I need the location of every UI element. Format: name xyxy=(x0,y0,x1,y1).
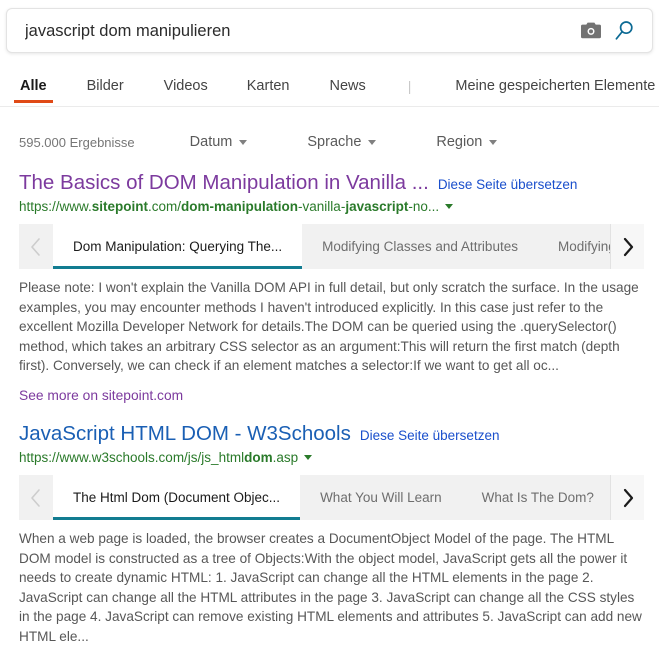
result-url-text: https://www.sitepoint.com/dom-manipulati… xyxy=(19,199,440,214)
results-nav: Alle Bilder Videos Karten News | Meine gespeic… xyxy=(0,74,659,107)
chevron-left-icon[interactable] xyxy=(19,475,53,520)
chevron-down-icon xyxy=(368,139,377,145)
search-bar-container xyxy=(6,8,653,53)
url-dropdown-icon[interactable] xyxy=(304,455,313,460)
result-url[interactable]: https://www.w3schools.com/js/js_htmldom.… xyxy=(19,448,644,467)
result-title-link[interactable]: The Basics of DOM Manipulation in Vanill… xyxy=(19,170,429,196)
result-carousel: The Html Dom (Document Objec... What You … xyxy=(19,475,644,520)
nav-tab-videos[interactable]: Videos xyxy=(162,74,210,103)
filter-row: 595.000 Ergebnisse Datum Sprache Region xyxy=(19,132,557,152)
carousel-tabs: The Html Dom (Document Objec... What You … xyxy=(53,475,610,520)
chevron-right-icon[interactable] xyxy=(610,475,644,520)
filter-datum[interactable]: Datum xyxy=(190,134,248,150)
carousel-tab-label: Modifying Classes and Attributes xyxy=(322,239,518,254)
magnifier-icon[interactable] xyxy=(608,14,642,48)
carousel-tab[interactable]: What You Will Learn xyxy=(300,475,462,520)
nav-tab-alle[interactable]: Alle xyxy=(14,74,53,103)
result-snippet: When a web page is loaded, the browser c… xyxy=(19,531,642,644)
filter-label: Sprache xyxy=(307,134,362,150)
chevron-down-icon xyxy=(239,139,248,145)
result-url-text: https://www.w3schools.com/js/js_htmldom.… xyxy=(19,450,299,465)
result-title-link[interactable]: JavaScript HTML DOM - W3Schools xyxy=(19,421,351,447)
result-title-row: JavaScript HTML DOM - W3Schools Diese Sei… xyxy=(19,421,644,447)
search-result: The Basics of DOM Manipulation in Vanill… xyxy=(19,170,644,405)
carousel-tab[interactable]: Modifying xyxy=(537,224,610,269)
carousel-tab[interactable]: What Is The Dom? xyxy=(461,475,610,520)
result-snippet: Please note: I won't explain the Vanilla… xyxy=(19,280,639,374)
chevron-left-icon[interactable] xyxy=(19,224,53,269)
chevron-right-icon[interactable] xyxy=(610,224,644,269)
carousel-tab[interactable]: Dom Manipulation: Querying The... xyxy=(53,224,303,269)
search-results-page: Alle Bilder Videos Karten News | Meine gespeic… xyxy=(0,0,659,655)
chevron-down-icon xyxy=(489,139,498,145)
nav-tab-saved-items[interactable]: Meine gespeicherten Elemente xyxy=(453,74,657,103)
carousel-tab[interactable]: Modifying Classes and Attributes xyxy=(302,224,538,269)
result-url[interactable]: https://www.sitepoint.com/dom-manipulati… xyxy=(19,197,644,216)
nav-tab-bilder[interactable]: Bilder xyxy=(85,74,126,103)
carousel-tab-label: Modifying xyxy=(557,239,610,254)
carousel-tab-label: What You Will Learn xyxy=(320,490,442,505)
filter-region[interactable]: Region xyxy=(436,134,498,150)
result-carousel: Dom Manipulation: Querying The... Modifyi… xyxy=(19,224,644,269)
nav-tab-karten[interactable]: Karten xyxy=(245,74,292,103)
filter-sprache[interactable]: Sprache xyxy=(307,134,377,150)
nav-separator: | xyxy=(407,78,412,94)
carousel-tab-label: What Is The Dom? xyxy=(481,490,594,505)
translate-page-link[interactable]: Diese Seite übersetzen xyxy=(438,177,578,192)
filter-label: Datum xyxy=(189,134,233,150)
search-input[interactable] xyxy=(25,9,574,52)
carousel-tab[interactable]: The Html Dom (Document Objec... xyxy=(53,475,301,520)
translate-page-link[interactable]: Diese Seite übersetzen xyxy=(360,428,500,443)
url-dropdown-icon[interactable] xyxy=(445,204,454,209)
search-bar[interactable] xyxy=(6,8,653,53)
filter-label: Region xyxy=(436,134,483,150)
camera-icon[interactable] xyxy=(574,14,608,48)
carousel-tab-label: Dom Manipulation: Querying The... xyxy=(73,239,283,254)
carousel-tab-label: The Html Dom (Document Objec... xyxy=(73,490,281,505)
nav-tab-news[interactable]: News xyxy=(327,74,367,103)
nav-divider xyxy=(0,106,659,107)
search-result: JavaScript HTML DOM - W3Schools Diese Sei… xyxy=(19,421,644,655)
results-count: 595.000 Ergebnisse xyxy=(19,134,135,150)
see-more-link[interactable]: See more on sitepoint.com xyxy=(19,388,183,403)
result-title-row: The Basics of DOM Manipulation in Vanill… xyxy=(19,170,644,196)
carousel-tabs: Dom Manipulation: Querying The... Modifyi… xyxy=(53,224,610,269)
